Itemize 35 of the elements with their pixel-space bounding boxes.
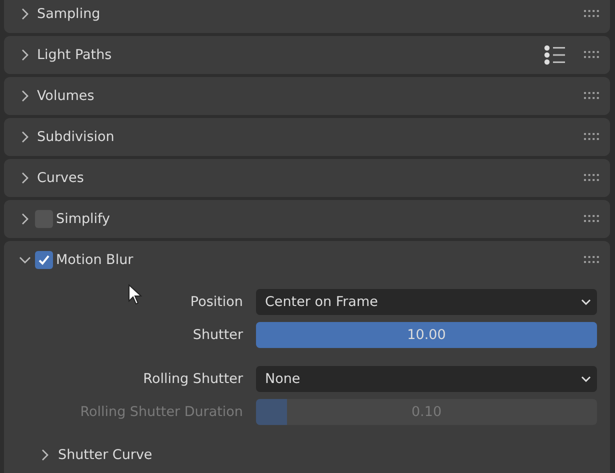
- panel-title[interactable]: Sampling: [37, 6, 100, 22]
- panel-title[interactable]: Light Paths: [37, 47, 112, 63]
- field-label: Rolling Shutter: [143, 371, 243, 387]
- caret-icon: [581, 376, 591, 382]
- panel-title[interactable]: Motion Blur: [56, 252, 134, 268]
- chevron-down-icon[interactable]: [19, 254, 31, 266]
- slider-field[interactable]: 10.00: [256, 322, 597, 348]
- panel-title[interactable]: Curves: [37, 170, 84, 186]
- panel-title[interactable]: Simplify: [56, 211, 110, 227]
- chevron-right-icon[interactable]: [19, 8, 31, 20]
- subpanel-title[interactable]: Shutter Curve: [58, 447, 152, 463]
- field-label: Rolling Shutter Duration: [80, 404, 243, 420]
- chevron-right-icon[interactable]: [19, 213, 31, 225]
- dropdown[interactable]: None: [256, 366, 597, 392]
- drag-handle-icon[interactable]: [584, 215, 600, 223]
- drag-handle-icon[interactable]: [584, 256, 600, 264]
- mouse-cursor-icon: [128, 284, 142, 305]
- caret-icon: [581, 299, 591, 305]
- panel-title[interactable]: Subdivision: [37, 129, 114, 145]
- chevron-right-icon[interactable]: [39, 449, 51, 461]
- drag-handle-icon[interactable]: [584, 174, 600, 182]
- dropdown[interactable]: Center on Frame: [256, 289, 597, 315]
- chevron-right-icon[interactable]: [19, 131, 31, 143]
- presets-list-icon[interactable]: [544, 45, 566, 65]
- drag-handle-icon[interactable]: [584, 92, 600, 100]
- chevron-right-icon[interactable]: [19, 90, 31, 102]
- chevron-right-icon[interactable]: [19, 49, 31, 61]
- panel-title[interactable]: Volumes: [37, 88, 94, 104]
- field-label: Shutter: [192, 327, 243, 343]
- drag-handle-icon[interactable]: [584, 10, 600, 18]
- checkbox[interactable]: [35, 251, 53, 269]
- drag-handle-icon[interactable]: [584, 133, 600, 141]
- field-label: Position: [190, 294, 243, 310]
- chevron-right-icon[interactable]: [19, 172, 31, 184]
- drag-handle-icon[interactable]: [584, 51, 600, 59]
